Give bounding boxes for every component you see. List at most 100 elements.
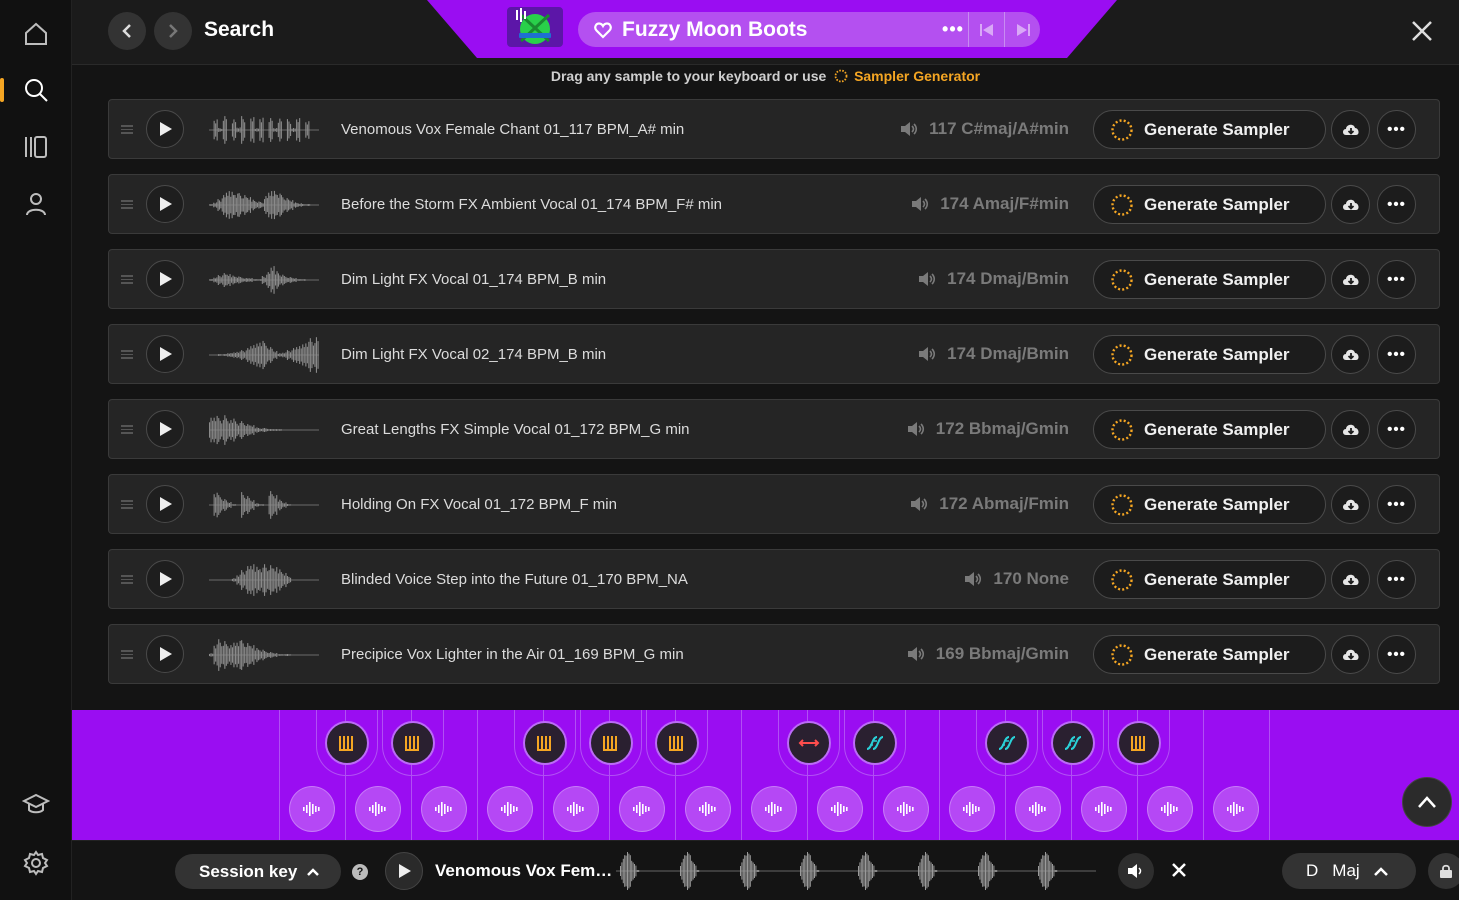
sample-row[interactable]: Precipice Vox Lighter in the Air 01_169 … — [108, 624, 1440, 684]
key-selector[interactable]: D Maj — [1282, 853, 1416, 889]
white-key-sample-slot[interactable] — [554, 787, 598, 831]
next-pack-button[interactable] — [1004, 12, 1040, 47]
library-icon[interactable] — [18, 129, 54, 165]
drag-handle-icon[interactable] — [121, 350, 133, 359]
drag-handle-icon[interactable] — [121, 575, 133, 584]
black-key-sample-slot[interactable] — [391, 721, 435, 765]
white-key-sample-slot[interactable] — [686, 787, 730, 831]
white-key-sample-slot[interactable] — [290, 787, 334, 831]
player-close-button[interactable] — [1171, 862, 1187, 878]
white-key-sample-slot[interactable] — [356, 787, 400, 831]
sampler-generator-link[interactable]: Sampler Generator — [854, 68, 980, 84]
sample-row[interactable]: Venomous Vox Female Chant 01_117 BPM_A# … — [108, 99, 1440, 159]
drag-handle-icon[interactable] — [121, 200, 133, 209]
black-key-sample-slot[interactable] — [985, 721, 1029, 765]
player-waveform[interactable] — [616, 849, 1096, 893]
black-key-sample-slot[interactable] — [655, 721, 699, 765]
back-button[interactable] — [108, 12, 146, 50]
pack-more-button[interactable]: ••• — [938, 19, 968, 40]
more-options-button[interactable]: ••• — [1377, 635, 1416, 674]
black-key-sample-slot[interactable] — [1117, 721, 1161, 765]
sample-waveform[interactable] — [209, 335, 319, 375]
session-key-button[interactable]: Session key — [175, 854, 341, 889]
download-button[interactable] — [1331, 410, 1370, 449]
drag-handle-icon[interactable] — [121, 125, 133, 134]
download-button[interactable] — [1331, 110, 1370, 149]
drag-handle-icon[interactable] — [121, 650, 133, 659]
pack-artwork[interactable] — [507, 7, 563, 47]
drag-handle-icon[interactable] — [121, 500, 133, 509]
user-icon[interactable] — [18, 186, 54, 222]
white-key-sample-slot[interactable] — [1214, 787, 1258, 831]
white-key-sample-slot[interactable] — [422, 787, 466, 831]
previous-pack-button[interactable] — [968, 12, 1004, 47]
more-options-button[interactable]: ••• — [1377, 485, 1416, 524]
generate-sampler-button[interactable]: Generate Sampler — [1093, 185, 1326, 224]
generate-sampler-button[interactable]: Generate Sampler — [1093, 485, 1326, 524]
more-options-button[interactable]: ••• — [1377, 410, 1416, 449]
player-play-button[interactable] — [385, 852, 423, 890]
sample-waveform[interactable] — [209, 410, 319, 450]
sample-waveform[interactable] — [209, 110, 319, 150]
forward-button[interactable] — [154, 12, 192, 50]
volume-button[interactable] — [1118, 853, 1154, 889]
play-button[interactable] — [146, 410, 184, 448]
more-options-button[interactable]: ••• — [1377, 110, 1416, 149]
download-button[interactable] — [1331, 635, 1370, 674]
white-key-sample-slot[interactable] — [1016, 787, 1060, 831]
white-key-sample-slot[interactable] — [1082, 787, 1126, 831]
pack-pill[interactable]: Fuzzy Moon Boots ••• — [578, 12, 1040, 47]
heart-icon[interactable] — [594, 21, 612, 39]
more-options-button[interactable]: ••• — [1377, 185, 1416, 224]
drag-handle-icon[interactable] — [121, 275, 133, 284]
lock-button[interactable] — [1428, 853, 1459, 889]
play-button[interactable] — [146, 185, 184, 223]
generate-sampler-button[interactable]: Generate Sampler — [1093, 110, 1326, 149]
pack-name[interactable]: Fuzzy Moon Boots — [622, 18, 938, 42]
more-options-button[interactable]: ••• — [1377, 260, 1416, 299]
play-button[interactable] — [146, 560, 184, 598]
close-button[interactable] — [1409, 18, 1435, 44]
learn-icon[interactable] — [18, 786, 54, 822]
download-button[interactable] — [1331, 260, 1370, 299]
play-button[interactable] — [146, 485, 184, 523]
scroll-up-button[interactable] — [1402, 777, 1452, 827]
generate-sampler-button[interactable]: Generate Sampler — [1093, 635, 1326, 674]
drag-handle-icon[interactable] — [121, 425, 133, 434]
sample-waveform[interactable] — [209, 185, 319, 225]
generate-sampler-button[interactable]: Generate Sampler — [1093, 560, 1326, 599]
download-button[interactable] — [1331, 335, 1370, 374]
download-button[interactable] — [1331, 185, 1370, 224]
sample-waveform[interactable] — [209, 635, 319, 675]
black-key-sample-slot[interactable] — [853, 721, 897, 765]
home-icon[interactable] — [18, 16, 54, 52]
play-button[interactable] — [146, 335, 184, 373]
play-button[interactable] — [146, 110, 184, 148]
sample-waveform[interactable] — [209, 260, 319, 300]
help-icon[interactable]: ? — [352, 864, 368, 880]
sample-row[interactable]: Dim Light FX Vocal 01_174 BPM_B min 174 … — [108, 249, 1440, 309]
sample-waveform[interactable] — [209, 485, 319, 525]
black-key-sample-slot[interactable] — [787, 721, 831, 765]
sample-row[interactable]: Great Lengths FX Simple Vocal 01_172 BPM… — [108, 399, 1440, 459]
search-icon[interactable] — [18, 72, 54, 108]
white-key-sample-slot[interactable] — [488, 787, 532, 831]
white-key-sample-slot[interactable] — [818, 787, 862, 831]
white-key-sample-slot[interactable] — [884, 787, 928, 831]
white-key-sample-slot[interactable] — [752, 787, 796, 831]
generate-sampler-button[interactable]: Generate Sampler — [1093, 410, 1326, 449]
black-key-sample-slot[interactable] — [589, 721, 633, 765]
download-button[interactable] — [1331, 485, 1370, 524]
sample-row[interactable]: Blinded Voice Step into the Future 01_17… — [108, 549, 1440, 609]
black-key-sample-slot[interactable] — [325, 721, 369, 765]
more-options-button[interactable]: ••• — [1377, 335, 1416, 374]
black-key-sample-slot[interactable] — [1051, 721, 1095, 765]
sample-row[interactable]: Before the Storm FX Ambient Vocal 01_174… — [108, 174, 1440, 234]
more-options-button[interactable]: ••• — [1377, 560, 1416, 599]
sample-row[interactable]: Dim Light FX Vocal 02_174 BPM_B min 174 … — [108, 324, 1440, 384]
generate-sampler-button[interactable]: Generate Sampler — [1093, 335, 1326, 374]
white-key-sample-slot[interactable] — [950, 787, 994, 831]
sample-row[interactable]: Holding On FX Vocal 01_172 BPM_F min 172… — [108, 474, 1440, 534]
play-button[interactable] — [146, 260, 184, 298]
play-button[interactable] — [146, 635, 184, 673]
